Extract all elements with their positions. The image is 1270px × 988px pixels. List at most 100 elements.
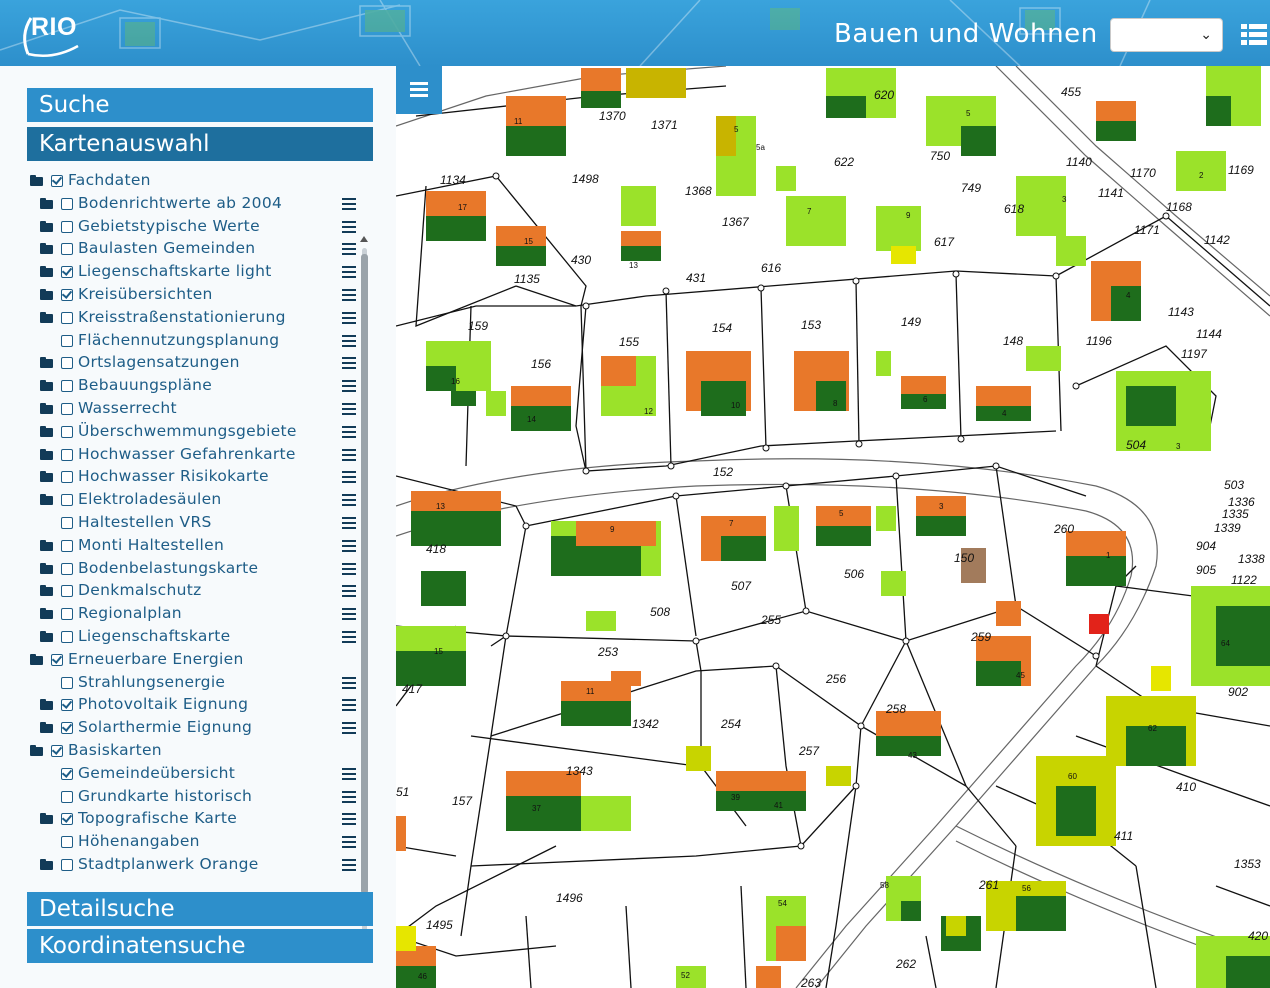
- layer-menu-icon[interactable]: [342, 722, 356, 735]
- layer-checkbox[interactable]: [61, 220, 73, 233]
- layer-label[interactable]: Bodenrichtwerte ab 2004: [78, 194, 282, 212]
- folder-icon[interactable]: [40, 266, 53, 278]
- layer-checkbox[interactable]: [61, 790, 73, 803]
- layer-checkbox[interactable]: [61, 767, 73, 780]
- layer-label[interactable]: Stadtplanwerk Orange: [78, 855, 259, 873]
- layer-menu-icon[interactable]: [342, 311, 356, 324]
- layer-checkbox[interactable]: [61, 243, 73, 256]
- layer-checkbox[interactable]: [51, 745, 63, 757]
- layer-item[interactable]: Photovoltaik Eignung: [26, 694, 356, 716]
- scroll-thumb[interactable]: [361, 254, 368, 894]
- layer-checkbox[interactable]: [51, 653, 63, 666]
- layer-label[interactable]: Höhenangaben: [78, 832, 200, 850]
- theme-select[interactable]: ⌄: [1110, 18, 1223, 52]
- layer-item[interactable]: Basiskarten: [26, 740, 356, 762]
- layer-label[interactable]: Ortslagensatzungen: [78, 353, 240, 371]
- layer-checkbox[interactable]: [61, 517, 73, 529]
- layer-menu-icon[interactable]: [342, 380, 356, 393]
- layer-label[interactable]: Elektroladesäulen: [78, 490, 222, 508]
- layer-label[interactable]: Strahlungsenergie: [78, 673, 225, 691]
- layer-checkbox[interactable]: [61, 631, 73, 643]
- detail-search-panel-header[interactable]: Detailsuche: [27, 892, 373, 926]
- folder-icon[interactable]: [40, 539, 53, 551]
- folder-icon[interactable]: [40, 311, 53, 323]
- folder-icon[interactable]: [40, 859, 53, 870]
- layer-label[interactable]: Gebietstypische Werte: [78, 217, 260, 235]
- layer-item[interactable]: Hochwasser Gefahrenkarte: [26, 444, 356, 466]
- coordinate-search-panel-header[interactable]: Koordinatensuche: [27, 929, 373, 963]
- layer-item[interactable]: Bebauungspläne: [26, 375, 356, 397]
- search-panel-header[interactable]: Suche: [27, 88, 373, 122]
- folder-icon[interactable]: [40, 357, 53, 369]
- layer-checkbox[interactable]: [61, 699, 73, 712]
- folder-icon[interactable]: [40, 813, 53, 825]
- layer-checkbox[interactable]: [61, 334, 73, 347]
- layer-checkbox[interactable]: [61, 494, 73, 507]
- layer-item[interactable]: Fachdaten: [26, 170, 356, 192]
- layer-item[interactable]: Gebietstypische Werte: [26, 216, 356, 238]
- layer-checkbox[interactable]: [61, 722, 73, 735]
- layer-checkbox[interactable]: [61, 539, 73, 552]
- folder-icon[interactable]: [40, 585, 53, 597]
- layer-item[interactable]: Liegenschaftskarte: [26, 626, 356, 648]
- layer-label[interactable]: Erneuerbare Energien: [68, 650, 244, 668]
- layer-item[interactable]: Hochwasser Risikokarte: [26, 466, 356, 488]
- layer-label[interactable]: Basiskarten: [68, 741, 162, 759]
- layer-menu-icon[interactable]: [342, 289, 356, 301]
- layer-item[interactable]: Kreisübersichten: [26, 284, 356, 306]
- layer-menu-icon[interactable]: [342, 334, 356, 347]
- layer-menu-icon[interactable]: [342, 403, 356, 415]
- layer-menu-icon[interactable]: [342, 494, 356, 507]
- layer-menu-icon[interactable]: [342, 631, 356, 643]
- layer-tree-scrollbar[interactable]: [360, 236, 368, 956]
- layer-label[interactable]: Hochwasser Gefahrenkarte: [78, 445, 296, 463]
- layer-item[interactable]: Denkmalschutz: [26, 580, 356, 602]
- layer-checkbox[interactable]: [61, 289, 73, 301]
- layer-label[interactable]: Wasserrecht: [78, 399, 177, 417]
- layer-menu-icon[interactable]: [342, 220, 356, 233]
- layer-menu-icon[interactable]: [342, 813, 356, 826]
- layer-label[interactable]: Bodenbelastungskarte: [78, 559, 258, 577]
- layer-item[interactable]: Ortslagensatzungen: [26, 352, 356, 374]
- layer-item[interactable]: Liegenschaftskarte light: [26, 261, 356, 283]
- cadastral-map[interactable]: 13701371620 455 1134 14981368622 750 114011…: [396, 66, 1270, 988]
- layer-label[interactable]: Grundkarte historisch: [78, 787, 252, 805]
- layer-menu-icon[interactable]: [342, 448, 356, 461]
- layer-label[interactable]: Monti Haltestellen: [78, 536, 224, 554]
- layer-item[interactable]: Baulasten Gemeinden: [26, 238, 356, 260]
- layer-label[interactable]: Kreisstraßenstationierung: [78, 308, 286, 326]
- layer-menu-icon[interactable]: [342, 266, 356, 279]
- folder-icon[interactable]: [40, 220, 53, 232]
- folder-icon[interactable]: [30, 175, 43, 186]
- layer-menu-icon[interactable]: [342, 585, 356, 598]
- layer-checkbox[interactable]: [61, 836, 73, 849]
- layer-checkbox[interactable]: [61, 562, 73, 575]
- layer-item[interactable]: Flächennutzungsplanung: [26, 330, 356, 352]
- layer-menu-icon[interactable]: [342, 562, 356, 575]
- layer-checkbox[interactable]: [61, 311, 73, 324]
- layer-checkbox[interactable]: [61, 448, 73, 461]
- layer-label[interactable]: Regionalplan: [78, 604, 182, 622]
- folder-icon[interactable]: [40, 631, 53, 642]
- folder-icon[interactable]: [30, 745, 43, 756]
- layer-menu-icon[interactable]: [342, 243, 356, 256]
- layer-checkbox[interactable]: [61, 425, 73, 438]
- layer-label[interactable]: Kreisübersichten: [78, 285, 213, 303]
- layer-item[interactable]: Überschwemmungsgebiete: [26, 421, 356, 443]
- layer-item[interactable]: Stadtplanwerk Orange: [26, 854, 356, 876]
- layer-item[interactable]: Bodenbelastungskarte: [26, 558, 356, 580]
- folder-icon[interactable]: [40, 471, 53, 483]
- layer-label[interactable]: Liegenschaftskarte light: [78, 262, 272, 280]
- scroll-up-arrow[interactable]: [360, 236, 368, 242]
- folder-icon[interactable]: [40, 608, 53, 620]
- layer-item[interactable]: Bodenrichtwerte ab 2004: [26, 193, 356, 215]
- grid-menu-icon[interactable]: [1241, 24, 1267, 46]
- layer-label[interactable]: Flächennutzungsplanung: [78, 331, 279, 349]
- layer-label[interactable]: Solarthermie Eignung: [78, 718, 252, 736]
- layer-item[interactable]: Monti Haltestellen: [26, 535, 356, 557]
- layer-checkbox[interactable]: [61, 585, 73, 598]
- folder-icon[interactable]: [40, 243, 53, 255]
- layer-label[interactable]: Haltestellen VRS: [78, 513, 212, 531]
- layer-item[interactable]: Erneuerbare Energien: [26, 649, 356, 671]
- layer-label[interactable]: Bebauungspläne: [78, 376, 212, 394]
